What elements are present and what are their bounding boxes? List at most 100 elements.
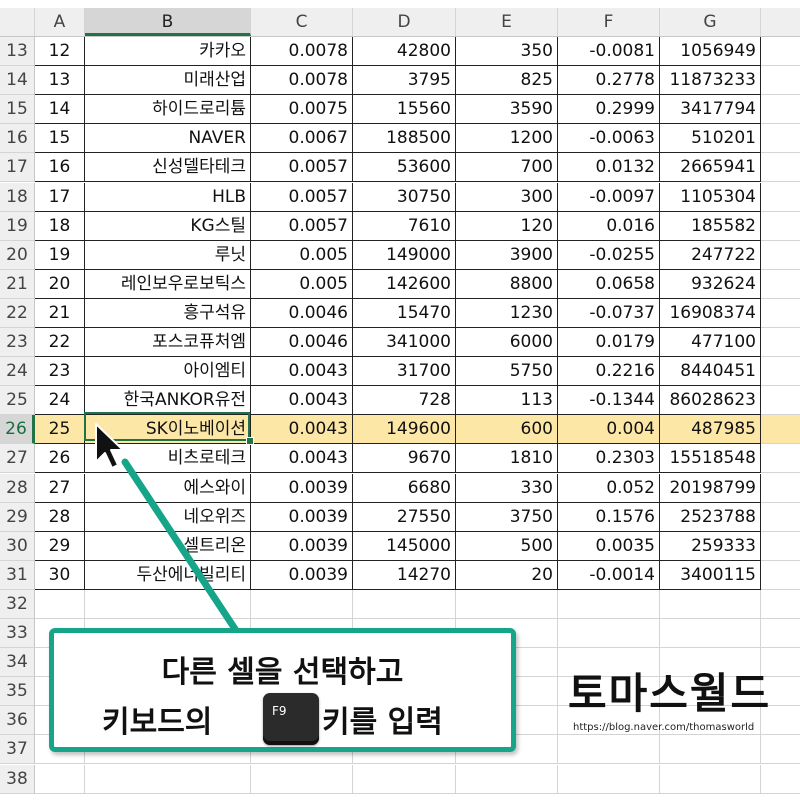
cell-g[interactable]: 15518548 xyxy=(660,444,761,473)
cell-b[interactable]: 신성델타테크 xyxy=(85,153,251,182)
row-number[interactable]: 24 xyxy=(0,357,35,386)
cell-f[interactable] xyxy=(558,735,660,764)
cell-d[interactable]: 7610 xyxy=(353,212,456,241)
cell-c[interactable] xyxy=(251,765,353,794)
cell-h[interactable] xyxy=(761,735,800,764)
cell-a[interactable]: 17 xyxy=(35,183,85,212)
cell-e[interactable]: 3900 xyxy=(456,241,558,270)
cell-e[interactable]: 700 xyxy=(456,153,558,182)
cell-h[interactable] xyxy=(761,444,800,473)
cell-h[interactable] xyxy=(761,37,800,66)
cell-h[interactable] xyxy=(761,66,800,95)
cell-f[interactable] xyxy=(558,590,660,619)
row-number[interactable]: 36 xyxy=(0,706,35,735)
cell-g[interactable]: 11873233 xyxy=(660,66,761,95)
fill-handle[interactable] xyxy=(246,437,254,445)
cell-a[interactable]: 15 xyxy=(35,124,85,153)
cell-b[interactable]: 포스코퓨처엠 xyxy=(85,328,251,357)
cell-e[interactable]: 20 xyxy=(456,561,558,590)
cell-g[interactable]: 487985 xyxy=(660,415,761,444)
row-number[interactable]: 25 xyxy=(0,386,35,415)
cell-f[interactable]: 0.0179 xyxy=(558,328,660,357)
cell-d[interactable]: 30750 xyxy=(353,183,456,212)
column-header-b[interactable]: B xyxy=(85,8,251,36)
cell-g[interactable]: 2665941 xyxy=(660,153,761,182)
column-header-c[interactable]: C xyxy=(251,8,353,36)
column-header-next[interactable] xyxy=(761,8,800,36)
row-number[interactable]: 18 xyxy=(0,183,35,212)
row-number[interactable]: 16 xyxy=(0,124,35,153)
cell-c[interactable]: 0.005 xyxy=(251,241,353,270)
cell-h[interactable] xyxy=(761,95,800,124)
cell-e[interactable]: 330 xyxy=(456,474,558,503)
cell-c[interactable]: 0.0039 xyxy=(251,503,353,532)
cell-h[interactable] xyxy=(761,124,800,153)
cell-h[interactable] xyxy=(761,357,800,386)
cell-h[interactable] xyxy=(761,299,800,328)
cell-a[interactable]: 16 xyxy=(35,153,85,182)
cell-g[interactable]: 16908374 xyxy=(660,299,761,328)
cell-b[interactable]: 아이엠티 xyxy=(85,357,251,386)
cell-e[interactable]: 300 xyxy=(456,183,558,212)
row-number[interactable]: 14 xyxy=(0,66,35,95)
cell-f[interactable]: 0.2778 xyxy=(558,66,660,95)
cell-e[interactable] xyxy=(456,590,558,619)
cell-d[interactable]: 728 xyxy=(353,386,456,415)
cell-a[interactable]: 12 xyxy=(35,37,85,66)
cell-d[interactable]: 149600 xyxy=(353,415,456,444)
cell-g[interactable]: 510201 xyxy=(660,124,761,153)
cell-g[interactable] xyxy=(660,619,761,648)
cell-e[interactable]: 5750 xyxy=(456,357,558,386)
cell-c[interactable]: 0.0039 xyxy=(251,561,353,590)
cell-e[interactable]: 1230 xyxy=(456,299,558,328)
cell-g[interactable]: 86028623 xyxy=(660,386,761,415)
cell-g[interactable] xyxy=(660,590,761,619)
cell-g[interactable]: 3400115 xyxy=(660,561,761,590)
cell-a[interactable]: 26 xyxy=(35,444,85,473)
cell-h[interactable] xyxy=(761,503,800,532)
cell-f[interactable]: 0.0035 xyxy=(558,532,660,561)
row-number[interactable]: 26 xyxy=(0,415,35,444)
row-number[interactable]: 32 xyxy=(0,590,35,619)
cell-f[interactable]: 0.052 xyxy=(558,474,660,503)
cell-e[interactable]: 3590 xyxy=(456,95,558,124)
cell-b[interactable]: NAVER xyxy=(85,124,251,153)
cell-a[interactable]: 30 xyxy=(35,561,85,590)
cell-a[interactable]: 20 xyxy=(35,270,85,299)
cell-f[interactable]: -0.0255 xyxy=(558,241,660,270)
cell-c[interactable]: 0.0043 xyxy=(251,386,353,415)
cell-g[interactable] xyxy=(660,765,761,794)
cell-d[interactable]: 31700 xyxy=(353,357,456,386)
cell-a[interactable]: 21 xyxy=(35,299,85,328)
cell-h[interactable] xyxy=(761,153,800,182)
cell-f[interactable]: 0.0658 xyxy=(558,270,660,299)
cell-h[interactable] xyxy=(761,619,800,648)
column-header-e[interactable]: E xyxy=(456,8,558,36)
cell-c[interactable]: 0.0046 xyxy=(251,299,353,328)
cell-b[interactable]: 한국ANKOR유전 xyxy=(85,386,251,415)
cell-f[interactable]: 0.2216 xyxy=(558,357,660,386)
cell-d[interactable]: 341000 xyxy=(353,328,456,357)
cell-b[interactable]: 네오위즈 xyxy=(85,503,251,532)
cell-b[interactable] xyxy=(85,765,251,794)
cell-c[interactable]: 0.0039 xyxy=(251,532,353,561)
cell-f[interactable]: 0.0132 xyxy=(558,153,660,182)
cell-g[interactable]: 247722 xyxy=(660,241,761,270)
cell-g[interactable]: 8440451 xyxy=(660,357,761,386)
cell-a[interactable]: 14 xyxy=(35,95,85,124)
cell-e[interactable]: 113 xyxy=(456,386,558,415)
cell-g[interactable]: 2523788 xyxy=(660,503,761,532)
cell-e[interactable]: 1200 xyxy=(456,124,558,153)
cell-b[interactable]: KG스틸 xyxy=(85,212,251,241)
cell-a[interactable]: 19 xyxy=(35,241,85,270)
cell-b[interactable]: 카카오 xyxy=(85,37,251,66)
cell-e[interactable]: 350 xyxy=(456,37,558,66)
cell-h[interactable] xyxy=(761,270,800,299)
cell-a[interactable]: 13 xyxy=(35,66,85,95)
cell-d[interactable]: 149000 xyxy=(353,241,456,270)
cell-d[interactable]: 6680 xyxy=(353,474,456,503)
cell-b[interactable]: 흥구석유 xyxy=(85,299,251,328)
cell-h[interactable] xyxy=(761,241,800,270)
select-all-corner[interactable] xyxy=(0,8,35,36)
cell-b[interactable]: 루닛 xyxy=(85,241,251,270)
